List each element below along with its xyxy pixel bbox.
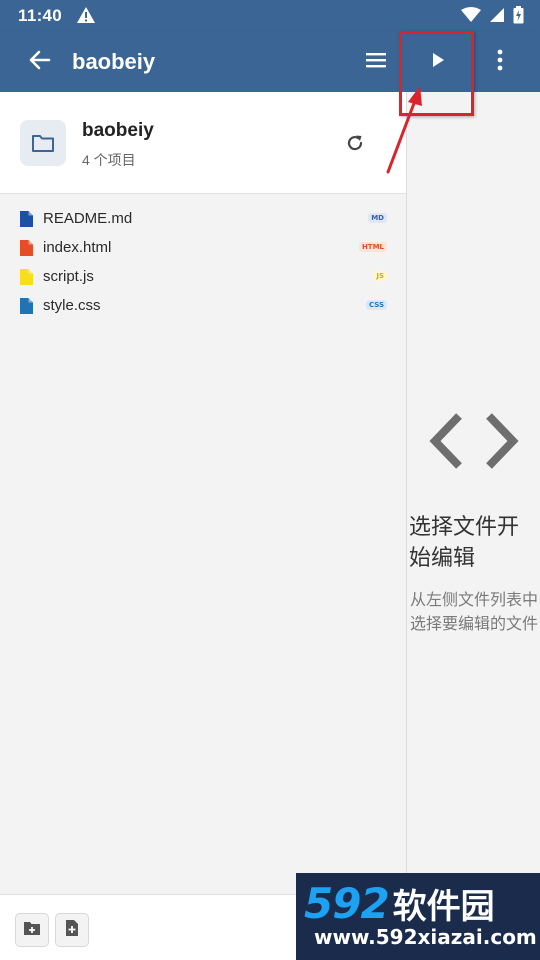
status-time: 11:40 (18, 6, 63, 25)
file-name: script.js (43, 268, 94, 285)
play-icon (431, 52, 445, 73)
status-icons (461, 6, 524, 29)
warning-icon (76, 6, 96, 29)
file-type-badge: CSS (365, 300, 387, 310)
folder-name: baobeiy (82, 120, 154, 141)
watermark-brand: 软件园 (392, 887, 495, 927)
empty-state-description: 从左侧文件列表中选择要编辑的文件 (409, 590, 538, 633)
new-folder-icon (23, 920, 41, 941)
more-options-button[interactable] (484, 46, 516, 78)
folder-icon (20, 120, 66, 166)
folder-header: baobeiy 4 个项目 (0, 92, 406, 194)
refresh-icon (345, 133, 365, 158)
app-bar: baobeiy (0, 32, 540, 92)
file-list-item[interactable]: README.md MD (0, 204, 406, 233)
wifi-icon (461, 7, 481, 28)
file-list-item[interactable]: index.html HTML (0, 233, 406, 262)
file-type-badge: HTML (358, 242, 387, 252)
signal-icon (489, 7, 505, 28)
file-name: index.html (43, 239, 112, 256)
file-type-badge: JS (373, 271, 387, 281)
back-arrow-icon (29, 50, 51, 75)
watermark-url: www.592xiazai.com (314, 925, 537, 949)
file-icon (20, 211, 33, 232)
file-type-badge: MD (368, 213, 387, 223)
watermark-number: 592 (304, 879, 390, 928)
new-file-icon (65, 919, 79, 942)
refresh-button[interactable] (342, 132, 368, 158)
new-folder-button[interactable] (15, 913, 49, 947)
empty-state-title: 选择文件开始编辑 (409, 515, 520, 571)
file-name: style.css (43, 297, 101, 314)
status-bar: 11:40 (0, 0, 540, 32)
file-icon (20, 298, 33, 319)
file-list-item[interactable]: style.css CSS (0, 291, 406, 320)
more-vert-icon (496, 49, 504, 76)
file-explorer-panel: baobeiy 4 个项目 README.md MD index.html HTML s… (0, 92, 407, 960)
battery-icon (513, 6, 524, 29)
file-name: README.md (43, 210, 133, 227)
menu-button[interactable] (360, 46, 392, 78)
hamburger-menu-icon (365, 51, 387, 74)
file-icon (20, 240, 33, 261)
file-icon (20, 269, 33, 290)
run-button[interactable] (422, 46, 454, 78)
app-bar-title: baobeiy (72, 49, 156, 74)
new-file-button[interactable] (55, 913, 89, 947)
code-brackets-icon (429, 412, 519, 475)
back-button[interactable] (24, 46, 56, 78)
file-list: README.md MD index.html HTML script.js JS styl… (0, 204, 406, 320)
site-watermark: 592 软件园 www.592xiazai.com (296, 873, 540, 960)
editor-panel: 选择文件开始编辑 从左侧文件列表中选择要编辑的文件 (407, 92, 540, 960)
file-list-item[interactable]: script.js JS (0, 262, 406, 291)
folder-item-count: 4 个项目 (82, 152, 136, 168)
